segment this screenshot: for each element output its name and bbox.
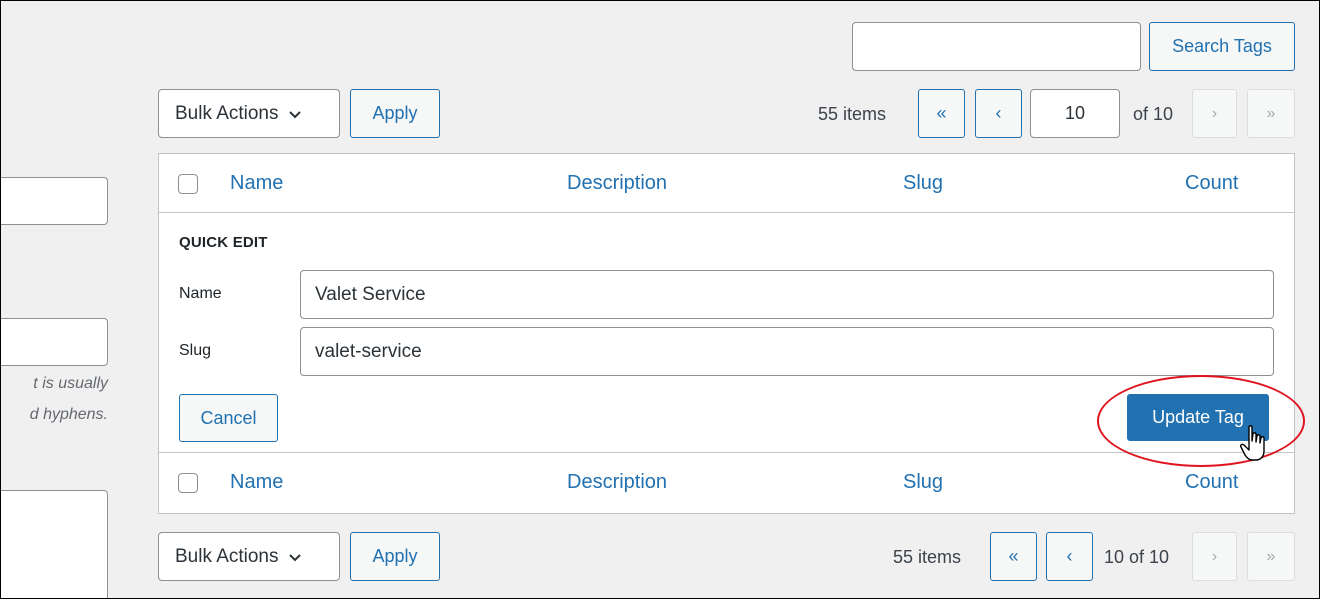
column-count-header[interactable]: Count	[1185, 172, 1238, 195]
slug-hint-line1: t is usually	[33, 375, 108, 392]
first-page-button-bottom[interactable]: «	[990, 532, 1037, 581]
column-name-footer[interactable]: Name	[230, 471, 283, 494]
add-tag-description-textarea[interactable]	[0, 490, 108, 599]
quick-edit-title: QUICK EDIT	[179, 234, 268, 251]
last-page-button-top[interactable]: »	[1247, 89, 1295, 138]
chevron-down-icon	[288, 553, 301, 561]
quick-edit-slug-label: Slug	[179, 342, 212, 359]
total-pages-top: of 10	[1133, 104, 1174, 124]
current-page-input[interactable]: 10	[1030, 89, 1120, 138]
quick-edit-name-input[interactable]: Valet Service	[300, 270, 1274, 319]
add-tag-slug-input[interactable]	[0, 318, 108, 366]
bulk-actions-select-bottom[interactable]: Bulk Actions	[158, 532, 340, 581]
last-page-button-bottom[interactable]: »	[1247, 532, 1295, 581]
apply-button-top[interactable]: Apply	[350, 89, 440, 138]
table-header: Name Description Slug Count	[159, 154, 1294, 213]
column-name-header[interactable]: Name	[230, 172, 283, 195]
bulk-actions-select-top[interactable]: Bulk Actions	[158, 89, 340, 138]
add-tag-name-input[interactable]	[0, 177, 108, 225]
column-count-footer[interactable]: Count	[1185, 471, 1238, 494]
prev-page-button-bottom[interactable]: ‹	[1046, 532, 1093, 581]
column-description-header[interactable]: Description	[567, 172, 667, 195]
column-slug-header[interactable]: Slug	[903, 172, 943, 195]
items-count-bottom: 55 items	[893, 547, 962, 567]
column-description-footer[interactable]: Description	[567, 471, 667, 494]
next-page-button-bottom[interactable]: ›	[1192, 532, 1237, 581]
slug-hint-line2: d hyphens.	[29, 406, 108, 423]
search-input[interactable]	[852, 22, 1141, 71]
prev-page-button-top[interactable]: ‹	[975, 89, 1022, 138]
cancel-button[interactable]: Cancel	[179, 394, 278, 442]
next-page-button-top[interactable]: ›	[1192, 89, 1237, 138]
bulk-actions-label-bottom: Bulk Actions	[175, 545, 279, 567]
column-slug-footer[interactable]: Slug	[903, 471, 943, 494]
search-tags-button[interactable]: Search Tags	[1149, 22, 1295, 71]
hand-cursor-icon	[1240, 425, 1265, 461]
select-all-checkbox[interactable]	[178, 174, 198, 194]
tags-table: Name Description Slug Count QUICK EDIT N…	[158, 153, 1295, 514]
chevron-down-icon	[288, 110, 301, 118]
page-info-bottom: 10 of 10	[1104, 547, 1170, 567]
first-page-button-top[interactable]: «	[918, 89, 965, 138]
table-footer: Name Description Slug Count	[159, 452, 1294, 511]
quick-edit-name-label: Name	[179, 285, 222, 302]
bulk-actions-label: Bulk Actions	[175, 102, 279, 124]
select-all-checkbox-footer[interactable]	[178, 473, 198, 493]
apply-button-bottom[interactable]: Apply	[350, 532, 440, 581]
quick-edit-slug-input[interactable]: valet-service	[300, 327, 1274, 376]
items-count-top: 55 items	[818, 104, 887, 124]
